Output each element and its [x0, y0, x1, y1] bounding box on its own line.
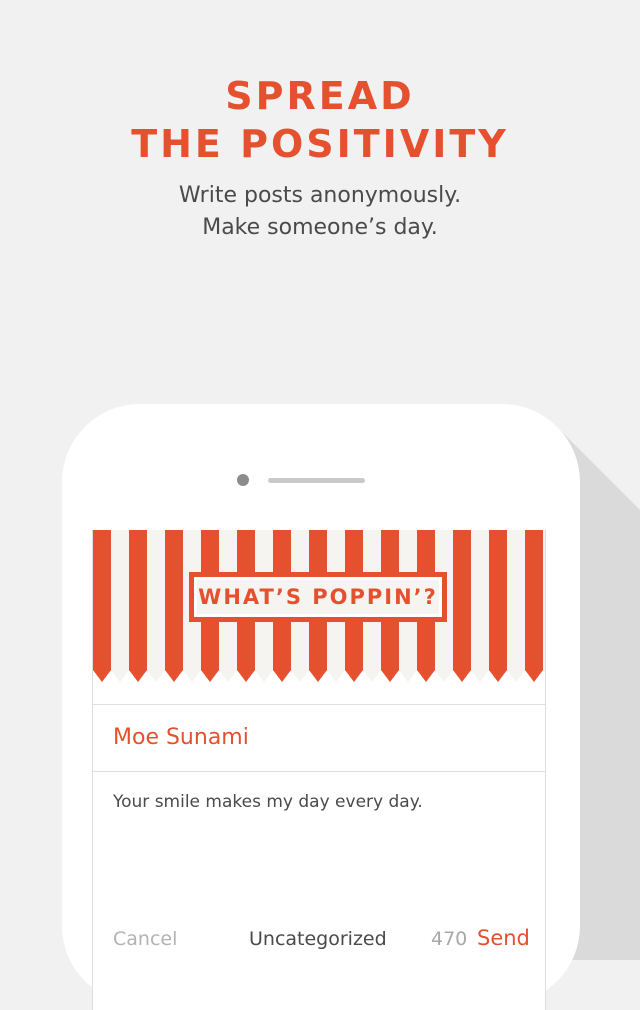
headline: SPREAD THE POSITIVITY [0, 72, 640, 168]
awning-stripe [93, 530, 111, 682]
awning-stripe [507, 530, 525, 682]
banner-sign: WHAT’S POPPIN’? [189, 572, 447, 622]
awning-stripe [165, 530, 183, 682]
awning-stripe [489, 530, 507, 682]
subheadline: Write posts anonymously. Make someone’s … [0, 180, 640, 244]
speaker-grille-icon [268, 478, 365, 483]
subheadline-line-1: Write posts anonymously. [178, 183, 462, 208]
compose-footer: Cancel Uncategorized 470 Send [93, 926, 545, 958]
awning-stripe [129, 530, 147, 682]
striped-awning-banner: WHAT’S POPPIN’? [93, 530, 545, 705]
send-button[interactable]: Send [477, 926, 530, 950]
phone-mockup: WHAT’S POPPIN’? Moe Sunami Your smile ma… [62, 404, 580, 1010]
message-text-area[interactable]: Your smile makes my day every day. [113, 792, 523, 812]
app-screen: WHAT’S POPPIN’? Moe Sunami Your smile ma… [92, 530, 546, 1010]
subheadline-line-2: Make someone’s day. [202, 215, 438, 240]
awning-stripe [525, 530, 543, 682]
awning-stripe [543, 530, 545, 673]
headline-line-2: THE POSITIVITY [131, 122, 509, 166]
headline-line-1: SPREAD [225, 74, 415, 118]
awning-stripe [471, 530, 489, 682]
recipient-name[interactable]: Moe Sunami [113, 725, 249, 750]
recipient-field[interactable]: Moe Sunami [93, 704, 545, 772]
awning-stripe [453, 530, 471, 682]
camera-dot-icon [237, 474, 249, 486]
character-count: 470 [431, 928, 468, 950]
category-selector[interactable]: Uncategorized [249, 928, 387, 950]
cancel-button[interactable]: Cancel [113, 928, 177, 950]
awning-stripe [147, 530, 165, 682]
awning-stripe [111, 530, 129, 682]
banner-title: WHAT’S POPPIN’? [194, 577, 442, 617]
